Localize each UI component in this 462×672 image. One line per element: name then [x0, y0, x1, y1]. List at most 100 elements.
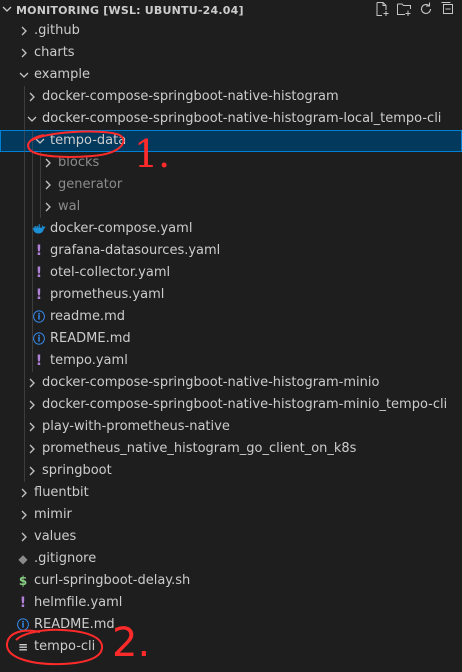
tree-item-label: docker-compose-springboot-native-histogr…	[42, 89, 339, 104]
indent-guide	[24, 350, 25, 372]
indent-guide	[24, 130, 25, 152]
chevron-right-icon[interactable]	[26, 416, 38, 438]
file-helmfile-yaml[interactable]: ! helmfile.yaml	[0, 592, 462, 614]
file-tempo-yaml[interactable]: ! tempo.yaml	[0, 350, 462, 372]
shell-icon: $	[18, 574, 28, 588]
folder-github[interactable]: .github	[0, 20, 462, 42]
file-readme-md[interactable]: ⓘ README.md	[0, 328, 462, 350]
tree-item-label: prometheus.yaml	[50, 287, 165, 302]
file-readme-md[interactable]: ⓘ readme.md	[0, 306, 462, 328]
folder-values[interactable]: values	[0, 526, 462, 548]
chevron-down-icon[interactable]	[34, 130, 46, 152]
tree-item-label: tempo.yaml	[50, 353, 128, 368]
folder-tempo-data[interactable]: tempo-data	[0, 130, 462, 152]
tree-item-label: charts	[34, 45, 75, 60]
tree-item-label: wal	[58, 199, 81, 214]
tree-item-label: grafana-datasources.yaml	[50, 243, 221, 258]
new-file-icon[interactable]	[374, 1, 390, 17]
tree-item-label: values	[34, 529, 77, 544]
folder-charts[interactable]: charts	[0, 42, 462, 64]
tree-item-label: mimir	[34, 507, 72, 522]
yaml-icon: !	[35, 353, 43, 369]
refresh-icon[interactable]	[418, 1, 434, 17]
indent-guide	[24, 460, 25, 482]
indent-guide	[32, 196, 33, 218]
tree-item-label: blocks	[58, 155, 100, 170]
folder-docker-compose-springboot-native-histogram-minio[interactable]: docker-compose-springboot-native-histogr…	[0, 372, 462, 394]
tree-item-label: tempo-cli	[34, 639, 96, 654]
folder-generator[interactable]: generator	[0, 174, 462, 196]
collapse-all-icon[interactable]	[440, 1, 456, 17]
explorer-title[interactable]: MONITORING [WSL: UBUNTU-24.04]	[16, 4, 244, 17]
tree-item-label: README.md	[50, 331, 131, 346]
file-grafana-datasources-yaml[interactable]: ! grafana-datasources.yaml	[0, 240, 462, 262]
folder-wal[interactable]: wal	[0, 196, 462, 218]
folder-docker-compose-springboot-native-histogram-local-tempo-cli[interactable]: docker-compose-springboot-native-histogr…	[0, 108, 462, 130]
folder-example[interactable]: example	[0, 64, 462, 86]
tree-item-label: docker-compose.yaml	[50, 221, 193, 236]
file-tree: .github charts example docker-compose-sprin…	[0, 20, 462, 658]
folder-blocks[interactable]: blocks	[0, 152, 462, 174]
indent-guide	[24, 174, 25, 196]
tree-item-label: curl-springboot-delay.sh	[34, 573, 191, 588]
chevron-right-icon[interactable]	[42, 152, 54, 174]
new-folder-icon[interactable]	[396, 1, 412, 17]
folder-mimir[interactable]: mimir	[0, 504, 462, 526]
file-docker-compose-yaml[interactable]: docker-compose.yaml	[0, 218, 462, 240]
folder-docker-compose-springboot-native-histogram-minio-tempo-cli[interactable]: docker-compose-springboot-native-histogr…	[0, 394, 462, 416]
tree-item-label: tempo-data	[50, 133, 127, 148]
indent-guide	[24, 328, 25, 350]
indent-guide	[24, 438, 25, 460]
folder-prometheus-native-histogram-go-client-on-k8s[interactable]: prometheus_native_histogram_go_client_on…	[0, 438, 462, 460]
tree-item-label: docker-compose-springboot-native-histogr…	[42, 375, 380, 390]
file-prometheus-yaml[interactable]: ! prometheus.yaml	[0, 284, 462, 306]
file-readme-md[interactable]: ⓘ README.md	[0, 614, 462, 636]
tree-item-label: README.md	[34, 617, 115, 632]
tree-item-label: springboot	[42, 463, 112, 478]
file-otel-collector-yaml[interactable]: ! otel-collector.yaml	[0, 262, 462, 284]
chevron-down-icon[interactable]	[18, 64, 30, 86]
tree-item-label: otel-collector.yaml	[50, 265, 171, 280]
indent-guide	[32, 152, 33, 174]
yaml-icon: !	[35, 287, 43, 303]
indent-guide	[40, 152, 41, 174]
indent-guide	[32, 174, 33, 196]
folder-docker-compose-springboot-native-histogram[interactable]: docker-compose-springboot-native-histogr…	[0, 86, 462, 108]
chevron-down-icon[interactable]	[26, 108, 38, 130]
folder-fluentbit[interactable]: fluentbit	[0, 482, 462, 504]
chevron-right-icon[interactable]	[26, 438, 38, 460]
indent-guide	[24, 240, 25, 262]
chevron-right-icon[interactable]	[26, 460, 38, 482]
folder-play-with-prometheus-native[interactable]: play-with-prometheus-native	[0, 416, 462, 438]
indent-guide	[24, 218, 25, 240]
yaml-icon: !	[35, 243, 43, 259]
indent-guide	[24, 306, 25, 328]
yaml-icon: !	[19, 595, 27, 611]
chevron-right-icon[interactable]	[18, 504, 30, 526]
yaml-icon: !	[35, 265, 43, 281]
chevron-right-icon[interactable]	[18, 20, 30, 42]
info-icon: ⓘ	[16, 618, 29, 632]
docker-icon	[32, 218, 46, 240]
file-curl-springboot-delay-sh[interactable]: $ curl-springboot-delay.sh	[0, 570, 462, 592]
chevron-down-icon[interactable]	[0, 4, 16, 17]
chevron-right-icon[interactable]	[18, 482, 30, 504]
chevron-right-icon[interactable]	[26, 372, 38, 394]
chevron-right-icon[interactable]	[42, 174, 54, 196]
indent-guide	[24, 372, 25, 394]
gitignore-icon: ◆	[18, 552, 28, 566]
indent-guide	[40, 174, 41, 196]
file-gitignore[interactable]: ◆ .gitignore	[0, 548, 462, 570]
chevron-right-icon[interactable]	[18, 526, 30, 548]
chevron-right-icon[interactable]	[18, 42, 30, 64]
chevron-right-icon[interactable]	[26, 86, 38, 108]
indent-guide	[24, 196, 25, 218]
file-tempo-cli[interactable]: ≡ tempo-cli	[0, 636, 462, 658]
indent-guide	[32, 130, 33, 152]
tree-item-label: helmfile.yaml	[34, 595, 123, 610]
chevron-right-icon[interactable]	[42, 196, 54, 218]
folder-springboot[interactable]: springboot	[0, 460, 462, 482]
tree-item-label: docker-compose-springboot-native-histogr…	[42, 111, 442, 126]
tree-item-label: example	[34, 67, 90, 82]
chevron-right-icon[interactable]	[26, 394, 38, 416]
